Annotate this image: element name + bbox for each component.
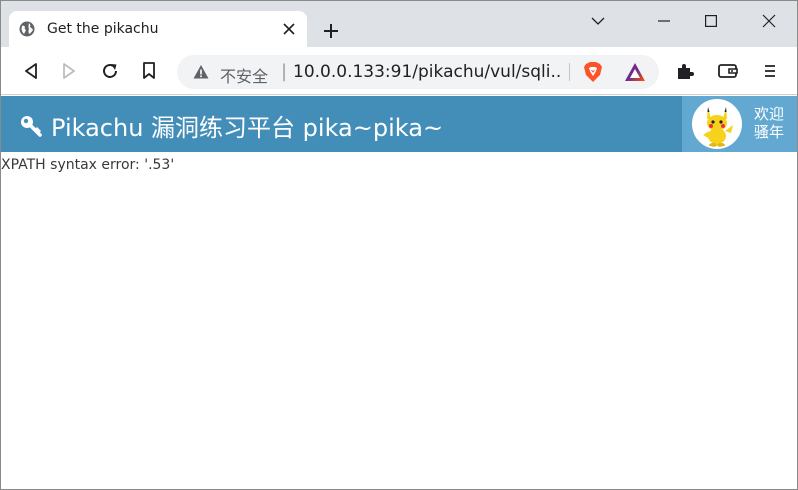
address-bar[interactable]: 不安全 | 10.0.0.133:91/pikachu/vul/sqli... [177,55,659,89]
chevron-down-icon[interactable] [575,7,621,35]
site-navbar: Pikachu 漏洞练习平台 pika~pika~ 欢迎 骚年 [1,96,797,152]
key-icon [19,114,43,138]
minimize-icon[interactable] [641,7,687,35]
page-content: Pikachu 漏洞练习平台 pika~pika~ 欢迎 骚年 XPATH sy… [1,96,797,489]
site-title: Pikachu 漏洞练习平台 pika~pika~ [51,114,444,142]
menu-icon[interactable] [758,59,782,83]
warning-icon[interactable] [193,64,209,80]
address-divider [569,63,570,81]
plus-icon[interactable] [319,19,343,43]
brave-shields-icon[interactable] [583,61,603,83]
welcome-text: 欢迎 骚年 [754,105,790,141]
url-text[interactable]: 10.0.0.133:91/pikachu/vul/sqli... [293,62,563,82]
browser-tab[interactable]: Get the pikachu [9,11,307,47]
globe-icon [19,21,35,37]
tab-title: Get the pikachu [47,21,159,37]
extensions-icon[interactable] [673,59,697,83]
avatar [692,99,742,149]
browser-toolbar: 不安全 | 10.0.0.133:91/pikachu/vul/sqli... [1,47,797,95]
bookmark-icon[interactable] [137,59,161,83]
forward-icon[interactable] [57,59,81,83]
window-close-icon[interactable] [746,7,792,35]
address-separator: | [281,61,288,82]
close-icon[interactable] [281,21,297,37]
site-brand[interactable]: Pikachu 漏洞练习平台 pika~pika~ [19,108,443,143]
welcome-line-1: 欢迎 [754,105,785,123]
maximize-icon[interactable] [688,7,734,35]
brave-rewards-icon[interactable] [624,62,646,82]
wallet-icon[interactable] [716,59,740,83]
back-icon[interactable] [19,59,43,83]
reload-icon[interactable] [98,59,122,83]
security-label[interactable]: 不安全 [220,63,268,87]
browser-window: Get the pikachu 不安全 | 10.0.0.133:91/pika… [0,0,798,490]
user-menu[interactable]: 欢迎 骚年 [682,96,797,152]
error-message: XPATH syntax error: '.53' [1,157,175,173]
welcome-line-2: 骚年 [754,123,785,141]
tab-strip: Get the pikachu [1,1,797,47]
